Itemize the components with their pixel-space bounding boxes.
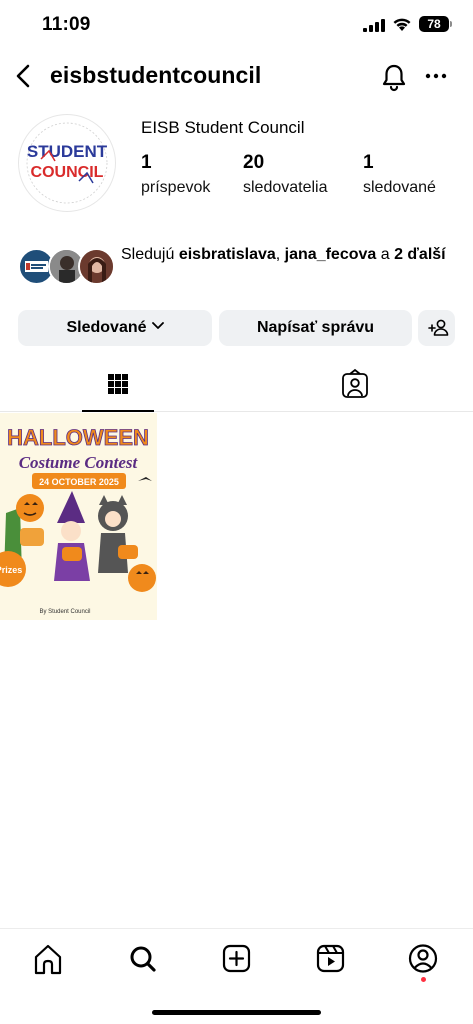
following-button-label: Sledované	[66, 319, 147, 336]
back-arrow-icon[interactable]	[10, 61, 36, 91]
more-options-icon[interactable]	[424, 66, 448, 86]
mutual-separator: ,	[275, 246, 285, 263]
post-thumbnail[interactable]: HALLOWEEN Costume Contest 24 OCTOBER 202…	[0, 413, 157, 620]
active-tab-indicator	[82, 410, 154, 412]
wifi-icon	[393, 18, 411, 31]
tab-posts-grid[interactable]	[0, 360, 236, 411]
profile-header: eisbstudentcouncil	[0, 56, 473, 96]
tagged-user-icon	[342, 368, 368, 398]
mutual-others[interactable]: 2 ďalší	[394, 246, 446, 263]
following-count-value: 1	[363, 152, 374, 173]
poster-credit: By Student Council	[39, 609, 90, 615]
search-icon[interactable]	[123, 941, 163, 977]
poster-date: 24 OCTOBER 2025	[39, 477, 119, 487]
create-post-icon[interactable]	[216, 941, 256, 977]
home-icon[interactable]	[28, 941, 68, 977]
poster-prizes-badge: Prizes	[0, 565, 22, 575]
poster-title: HALLOWEEN	[7, 425, 149, 450]
posts-count-label: príspevok	[141, 179, 211, 196]
message-button-label: Napísať správu	[256, 319, 375, 336]
mutual-followers-text: Sledujú eisbratislava, jana_fecova a 2 ď…	[121, 244, 456, 266]
followers-count-value: 20	[243, 152, 265, 173]
following-button[interactable]: Sledované	[18, 310, 212, 346]
page-title: eisbstudentcouncil	[50, 62, 262, 88]
profile-full-name: EISB Student Council	[141, 118, 305, 137]
profile-tabs	[0, 360, 473, 412]
following-count-label: sledované	[363, 179, 436, 196]
posts-count-value: 1	[141, 152, 152, 173]
status-time: 11:09	[42, 14, 91, 35]
followers-count[interactable]: 20 sledovatelia	[243, 152, 328, 197]
profile-avatar[interactable]: STUDENT COUNCIL	[18, 114, 116, 212]
tab-tagged[interactable]	[237, 360, 473, 411]
bottom-navigation	[0, 928, 473, 1024]
grid-icon	[108, 374, 128, 394]
mutual-follower-avatar	[78, 248, 115, 285]
mutual-user-2[interactable]: jana_fecova	[285, 246, 377, 263]
poster-subtitle: Costume Contest	[19, 453, 139, 472]
reels-icon[interactable]	[310, 941, 350, 977]
following-count[interactable]: 1 sledované	[363, 152, 436, 197]
notification-dot	[421, 977, 426, 982]
profile-icon[interactable]	[403, 941, 443, 977]
add-user-icon	[428, 319, 449, 336]
logo-text-bottom: COUNCIL	[31, 164, 104, 181]
mutual-user-1[interactable]: eisbratislava	[179, 246, 276, 263]
halloween-poster-image: HALLOWEEN Costume Contest 24 OCTOBER 202…	[0, 413, 157, 620]
cellular-signal-icon	[363, 19, 385, 32]
student-council-logo: STUDENT COUNCIL	[21, 117, 113, 209]
home-indicator[interactable]	[152, 1010, 321, 1015]
status-bar: 11:09 78	[0, 0, 473, 50]
mutual-conjunction: a	[376, 246, 395, 263]
chevron-down-icon	[151, 322, 164, 329]
message-button[interactable]: Napísať správu	[219, 310, 412, 346]
posts-count[interactable]: 1 príspevok	[141, 152, 210, 197]
mutual-prefix: Sledujú	[121, 246, 179, 263]
suggested-users-button[interactable]	[418, 310, 455, 346]
battery-indicator: 78	[419, 16, 449, 32]
bell-icon[interactable]	[380, 62, 408, 92]
battery-tip	[450, 21, 452, 27]
logo-text-top: STUDENT	[27, 142, 108, 161]
mutual-followers[interactable]: Sledujú eisbratislava, jana_fecova a 2 ď…	[18, 244, 458, 290]
followers-count-label: sledovatelia	[243, 179, 328, 196]
